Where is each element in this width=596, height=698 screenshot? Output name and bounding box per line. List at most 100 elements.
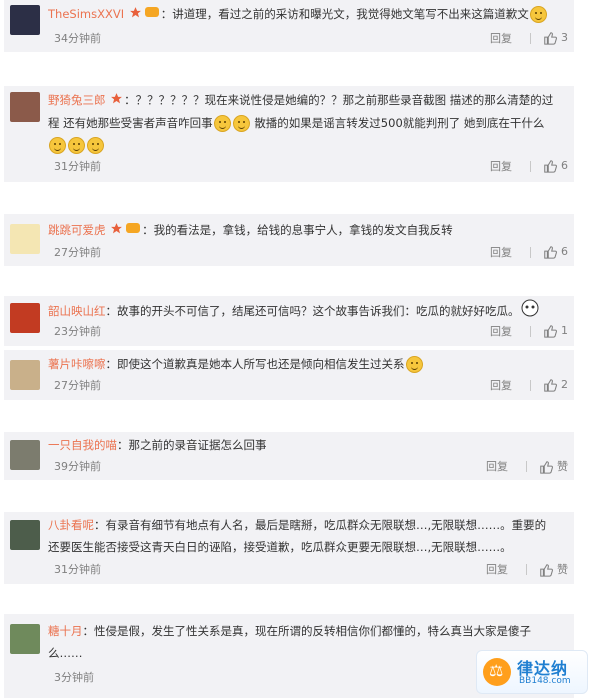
timestamp: 39分钟前 [54,460,101,473]
comment-text: TheSimsXXVI ：讲道理，看过之前的采访和曝光文，我觉得她文笔写不出来这… [48,3,566,26]
like-count: 1 [561,324,568,337]
avatar[interactable] [10,92,40,122]
username[interactable]: 薯片咔嚓嚓 [48,357,106,371]
divider [526,563,527,575]
divider [530,32,531,44]
avatar[interactable] [10,624,40,654]
like-button[interactable]: 6 [543,159,568,173]
timestamp: 27分钟前 [54,246,101,259]
username[interactable]: 一只自我的喵 [48,438,117,452]
timestamp: 31分钟前 [54,160,101,173]
username[interactable]: 韶山映山红 [48,304,106,318]
smile-emoji-icon [232,114,250,132]
star-badge-icon [129,4,142,26]
comment-card: 跳跳可爱虎 ：我的看法是，拿钱，给钱的息事宁人，拿钱的发文自我反转 27分钟前 … [4,214,574,266]
comment-body: 么…… [48,646,83,660]
like-count: 6 [561,245,568,258]
comment-actions: 回复 6 [490,158,568,174]
like-button[interactable]: 6 [543,245,568,259]
face-emoji-icon [521,299,539,324]
username[interactable]: 野猗兔三郎 [48,93,106,107]
scales-icon [483,658,511,686]
comment-card: 薯片咔嚓嚓：即使这个道歉真是她本人所写也还是倾向相信发生过关系 27分钟前 回复… [4,350,574,400]
vip-badge-icon [144,4,160,26]
avatar[interactable] [10,303,40,333]
star-badge-icon [110,90,123,112]
divider [526,460,527,472]
comment-body: ：故事的开头不可信了，结尾还可信吗？这个故事告诉我们：吃瓜的就好好吃瓜。 [105,304,520,318]
comment-body: ：那之前的录音证据怎么回事 [117,438,267,452]
like-count: 6 [561,159,568,172]
divider [530,325,531,337]
comment-text: 八卦看呢：有录音有细节有地点有人名，最后是瞎掰，吃瓜群众无限联想…,无限联想……… [48,514,566,558]
comment-body: 还要医生能否接受这青天白日的诬陷，接受道歉，吃瓜群众更要无限联想…,无限联想……… [48,540,512,554]
comment-actions: 回复 3 [490,30,568,46]
avatar[interactable] [10,224,40,254]
comment-actions: 回复 1 [490,323,568,339]
comment-body: ：有录音有细节有地点有人名，最后是瞎掰，吃瓜群众无限联想…,无限联想……。重要的 [94,518,547,532]
username[interactable]: 跳跳可爱虎 [48,223,106,237]
vip-badge-icon [125,220,141,242]
divider [530,379,531,391]
reply-button[interactable]: 回复 [490,377,512,393]
username[interactable]: 糖十月 [48,624,83,638]
reply-button[interactable]: 回复 [486,458,508,474]
like-count: 3 [561,31,568,44]
thumbs-up-icon [544,325,557,338]
timestamp: 34分钟前 [54,32,101,45]
thumbs-up-icon [544,32,557,45]
comment-actions: 回复 2 [490,377,568,393]
reply-button[interactable]: 回复 [490,30,512,46]
timestamp: 3分钟前 [54,671,94,684]
like-label: 赞 [557,563,568,576]
thumbs-up-icon [544,379,557,392]
avatar[interactable] [10,440,40,470]
comment-actions: 回复 6 [490,244,568,260]
comment-card: TheSimsXXVI ：讲道理，看过之前的采访和曝光文，我觉得她文笔写不出来这… [4,0,574,52]
comment-body: ：我的看法是，拿钱，给钱的息事宁人，拿钱的发文自我反转 [142,223,453,237]
comment-body: 散播的如果是谣言转发过500就能判刑了 她到底在干什么 [254,115,545,130]
username[interactable]: TheSimsXXVI [48,7,124,21]
like-button[interactable]: 赞 [539,561,568,577]
like-count: 2 [561,378,568,391]
smile-emoji-icon [49,136,66,154]
avatar[interactable] [10,360,40,390]
comment-card: 韶山映山红：故事的开头不可信了，结尾还可信吗？这个故事告诉我们：吃瓜的就好好吃瓜… [4,296,574,346]
reply-button[interactable]: 回复 [490,323,512,339]
comment-body: ：性侵是假，发生了性关系是真，现在所谓的反转相信你们都懂的，特么真当大家是傻子 [82,624,532,638]
like-button[interactable]: 赞 [539,458,568,474]
thumbs-up-icon [540,461,553,474]
divider [530,160,531,172]
timestamp: 27分钟前 [54,379,101,392]
comment-text: 薯片咔嚓嚓：即使这个道歉真是她本人所写也还是倾向相信发生过关系 [48,353,566,375]
site-watermark-logo: 律达纳 BB148.com [476,650,588,694]
watermark-url: BB148.com [519,676,571,686]
timestamp: 23分钟前 [54,325,101,338]
like-button[interactable]: 3 [543,31,568,45]
username[interactable]: 八卦看呢 [48,518,94,532]
comment-body: ：即使这个道歉真是她本人所写也还是倾向相信发生过关系 [105,357,405,371]
timestamp: 31分钟前 [54,563,101,576]
comment-text: 野猗兔三郎 ：？？？？？？现在来说性侵是她编的？？那之前那些录音截图 描述的那么… [48,89,566,156]
comment-card: 八卦看呢：有录音有细节有地点有人名，最后是瞎掰，吃瓜群众无限联想…,无限联想……… [4,512,574,584]
thumbs-up-icon [544,246,557,259]
thumbs-up-icon [540,564,553,577]
star-badge-icon [110,220,123,242]
comment-text: 一只自我的喵：那之前的录音证据怎么回事 [48,434,566,456]
smile-emoji-icon [529,6,547,23]
smile-emoji-icon [68,136,85,154]
reply-button[interactable]: 回复 [490,158,512,174]
like-button[interactable]: 1 [543,324,568,338]
avatar[interactable] [10,520,40,550]
reply-button[interactable]: 回复 [486,561,508,577]
comment-actions: 回复 赞 [486,458,568,474]
thumbs-up-icon [544,160,557,173]
comment-card: 一只自我的喵：那之前的录音证据怎么回事 39分钟前 回复 赞 [4,432,574,480]
reply-button[interactable]: 回复 [490,244,512,260]
comment-text: 韶山映山红：故事的开头不可信了，结尾还可信吗？这个故事告诉我们：吃瓜的就好好吃瓜… [48,299,566,324]
comment-body: ：？？？？？？现在来说性侵是她编的？？那之前那些录音截图 描述的那么清楚的过 [124,93,554,107]
avatar[interactable] [10,5,40,35]
like-button[interactable]: 2 [543,378,568,392]
comment-actions: 回复 赞 [486,561,568,577]
divider [530,246,531,258]
